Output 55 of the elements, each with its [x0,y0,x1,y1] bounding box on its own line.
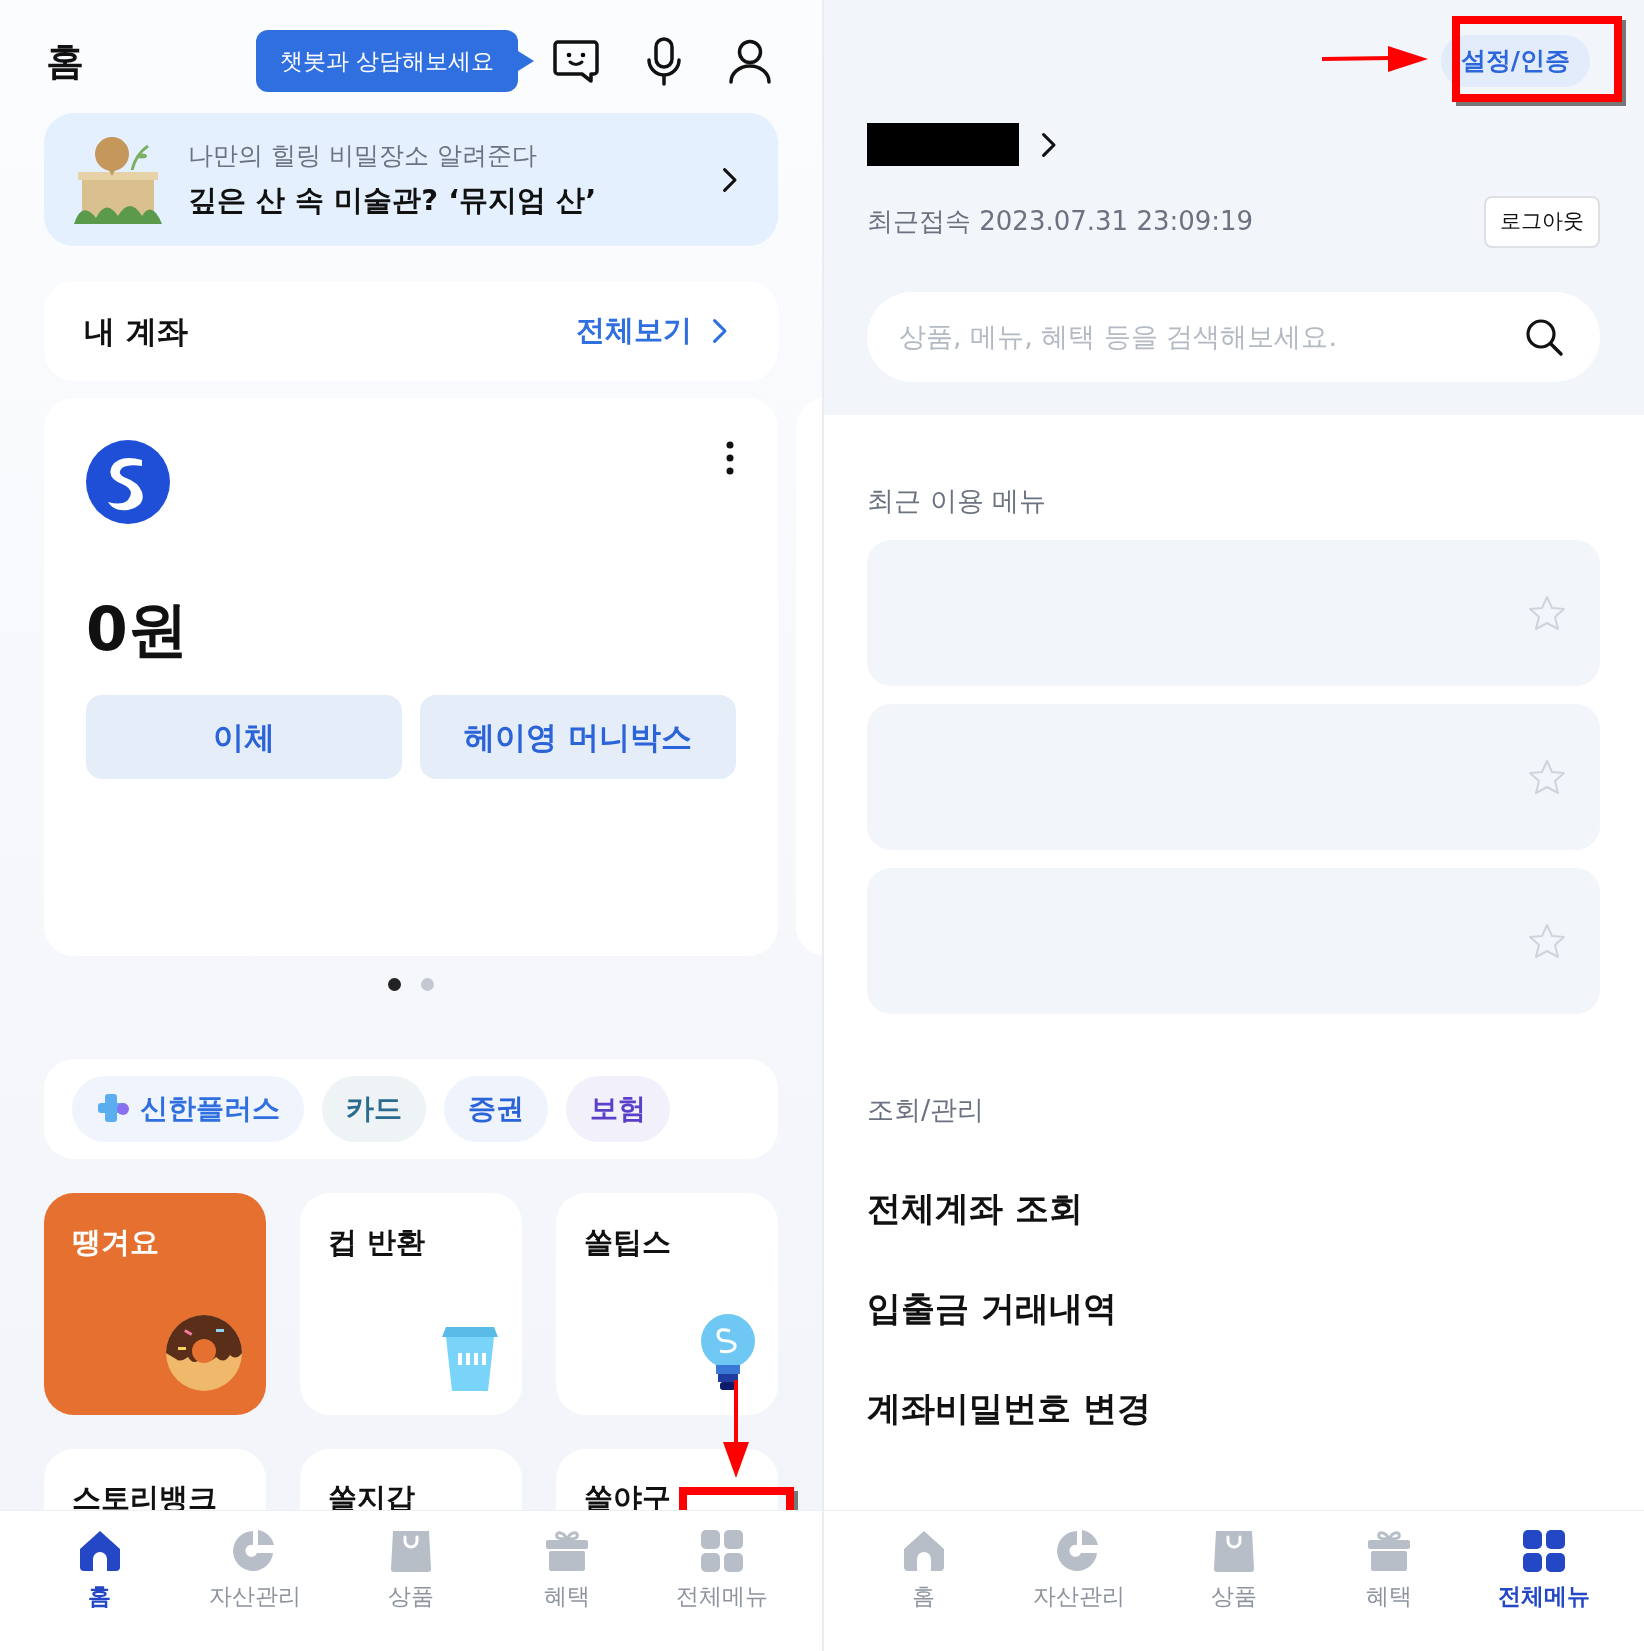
nav-tab[interactable]: 홈 [22,1521,178,1620]
action-button[interactable]: 이체 [86,695,402,779]
banner-subtitle: 나만의 힐링 비밀장소 알려준다 [188,140,538,172]
nav-tab[interactable]: 전체메뉴 [644,1521,800,1620]
nav-tab[interactable]: 전체메뉴 [1466,1521,1622,1620]
nav-tab[interactable]: 상품 [333,1521,489,1620]
nav-tab[interactable]: 자산관리 [1001,1521,1157,1620]
shortcut-tile[interactable]: 쏠팁스 [556,1193,778,1415]
nav-tab[interactable]: 자산관리 [177,1521,334,1620]
person-icon[interactable] [728,38,772,84]
logout-button[interactable]: 로그아웃 [1484,196,1600,248]
recent-menu-card[interactable] [867,703,1600,850]
settings-button[interactable]: 설정/인증 [1440,35,1590,87]
action-button[interactable]: 헤이영 머니박스 [420,695,736,779]
section-title: 내 계좌 [84,311,188,351]
menu-item[interactable]: 전체계좌 조회 [867,1186,1600,1232]
promo-banner[interactable]: 나만의 힐링 비밀장소 알려준다 깊은 산 속 미술관? ‘뮤지엄 산’ [44,113,778,246]
page-title: 홈 [46,37,84,85]
banner-title: 깊은 산 속 미술관? ‘뮤지엄 산’ [188,181,598,219]
section-title: 조회/관리 [867,1092,986,1127]
category-chip[interactable]: 보험 [566,1076,670,1142]
tooltip-tail [518,51,534,71]
recent-menu-card[interactable] [867,867,1600,1014]
star-icon[interactable] [1528,922,1566,959]
balance-amount: 0원 [86,599,189,659]
menu-item[interactable]: 입출금 거래내역 [867,1285,1600,1332]
shortcut-tile[interactable]: 스토리뱅크 [44,1449,266,1511]
last-login-text: 최근접속 2023.07.31 23:09:19 [867,205,1254,239]
page-dot[interactable] [421,978,434,991]
nav-tab[interactable]: 혜택 [1311,1521,1467,1620]
nav-tab[interactable]: 상품 [1156,1521,1312,1620]
recent-menu-card[interactable] [867,539,1600,686]
nav-tab[interactable]: 홈 [846,1521,1002,1620]
category-chip[interactable]: 카드 [322,1076,426,1142]
chatbot-tooltip: 챗봇과 상담해보세요 [255,29,518,93]
star-icon[interactable] [1528,594,1566,631]
section-title: 최근 이용 메뉴 [867,484,1048,518]
search-icon[interactable] [1524,316,1564,357]
more-icon[interactable] [724,440,736,476]
shortcut-tile[interactable]: 땡겨요 [44,1193,266,1415]
menu-item[interactable]: 계좌비밀번호 변경 [867,1385,1600,1432]
nav-tab[interactable]: 혜택 [488,1521,645,1620]
category-chip[interactable]: 신한플러스 [72,1076,304,1142]
bank-logo-icon [86,440,170,524]
search-field[interactable]: 상품, 메뉴, 혜택 등을 검색해보세요. [867,291,1600,382]
microphone-icon[interactable] [644,36,684,86]
chevron-right-icon [1041,131,1057,158]
shortcut-tile[interactable]: 컵 반환 [300,1193,522,1415]
chat-icon[interactable] [552,39,600,83]
chevron-right-icon [712,318,728,344]
view-all-link[interactable]: 전체보기 [576,309,728,353]
star-icon[interactable] [1528,758,1566,795]
category-chip[interactable]: 증권 [444,1076,548,1142]
chevron-right-icon [722,166,738,193]
page-dot[interactable] [388,978,401,991]
